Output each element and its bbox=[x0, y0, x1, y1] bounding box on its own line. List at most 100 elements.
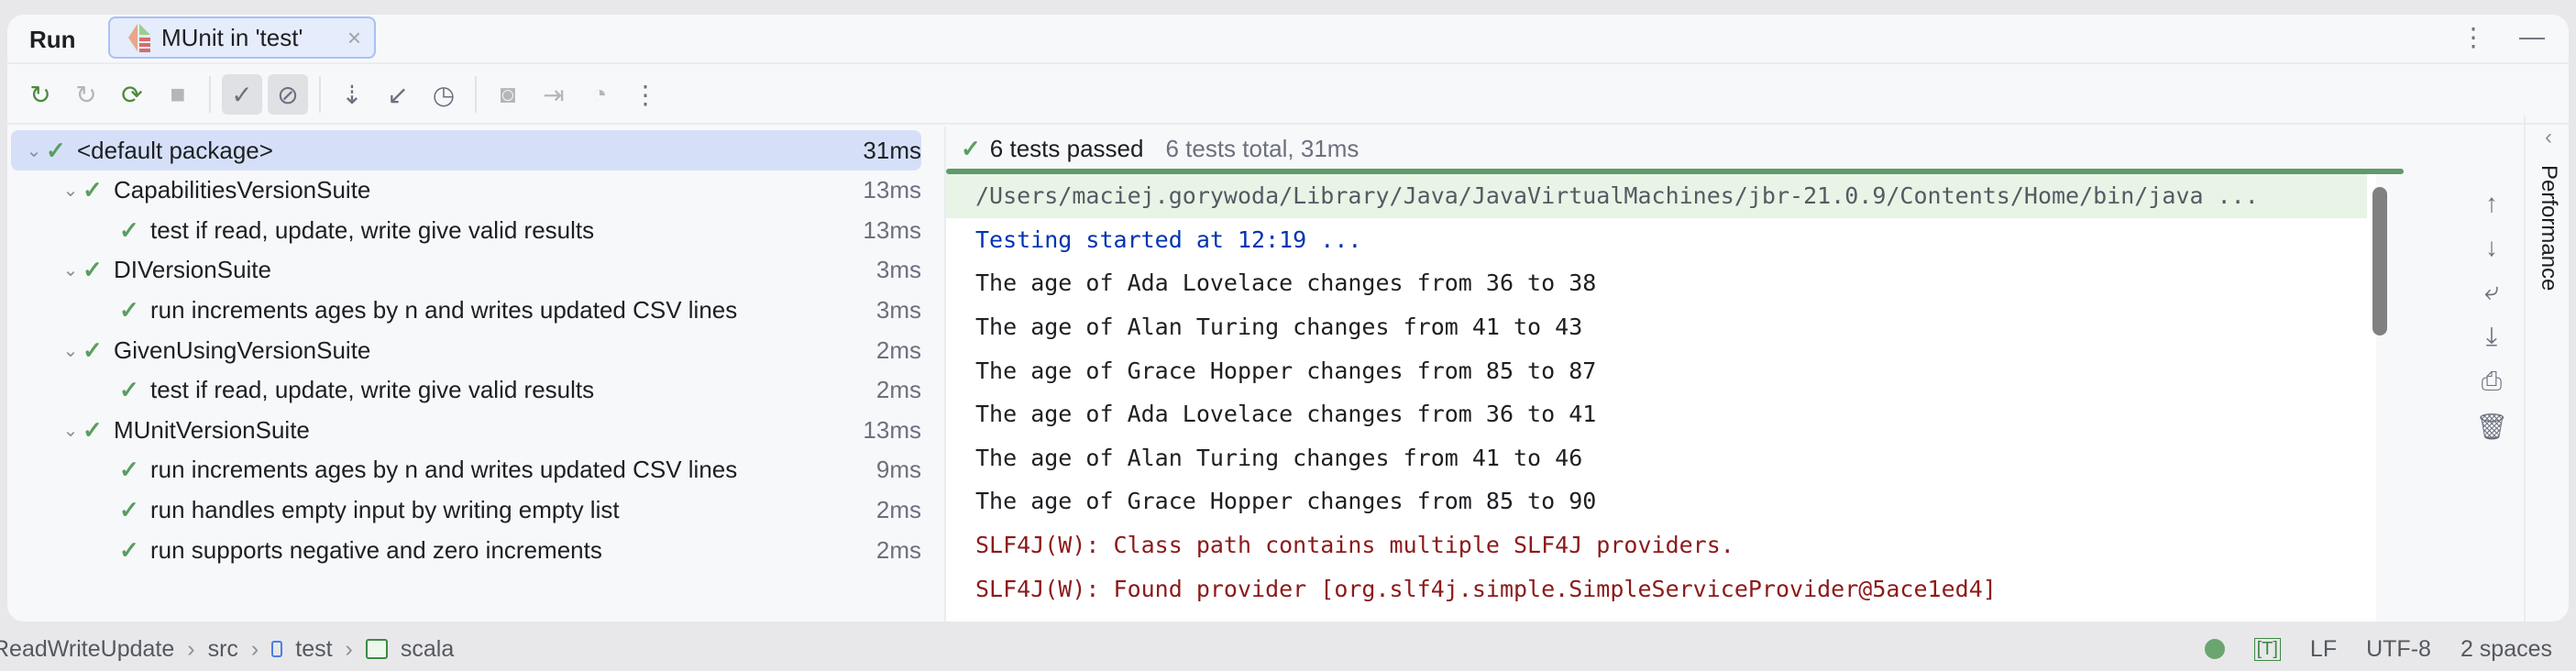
test-tree: ⌄ ✓ <default package> 31ms ⌄ ✓ CapabilitiesVer… bbox=[7, 126, 944, 622]
tree-row[interactable]: ⌄ ✓ DIVersionSuite 3ms bbox=[11, 250, 921, 291]
run-toolbar: ↻ ↻ ⟳ ■ ✓ ⊘ ⇣ ↙ ◷ ◙ ⇥ ◔ ⋮ bbox=[7, 66, 2569, 125]
close-icon[interactable]: × bbox=[347, 24, 361, 52]
test-duration: 13ms bbox=[863, 415, 921, 444]
insert-mode[interactable]: [T] bbox=[2253, 637, 2281, 661]
show-ignored-icon[interactable]: ⊘ bbox=[268, 74, 308, 115]
tree-row[interactable]: ✓ run supports negative and zero incremen… bbox=[11, 530, 921, 570]
tree-row[interactable]: ⌄ ✓ <default package> 31ms bbox=[11, 130, 921, 170]
screenshot-icon[interactable]: ◙ bbox=[488, 74, 528, 115]
scroll-to-end-icon[interactable]: ⤓ bbox=[2486, 322, 2497, 352]
toggle-auto-test-icon[interactable]: ⟳ bbox=[112, 74, 152, 115]
test-duration: 2ms bbox=[875, 336, 921, 364]
console-line: The age of Alan Turing changes from 41 t… bbox=[975, 444, 1583, 471]
breadcrumb-scala[interactable]: scala bbox=[401, 636, 454, 663]
check-icon: ✓ bbox=[119, 535, 139, 564]
chevron-right-icon: › bbox=[345, 635, 353, 662]
console-actions: ↑ ↓ ⤶ ⤓ ⎙ 🗑 bbox=[2473, 189, 2510, 442]
history-icon[interactable]: ◷ bbox=[424, 74, 464, 115]
tree-row[interactable]: ⌄ ✓ CapabilitiesVersionSuite 13ms bbox=[11, 170, 921, 211]
run-tool-window: Run MUnit in 'test' × ⋮ — ↻ ↻ ⟳ ■ ✓ ⊘ ⇣ … bbox=[7, 15, 2569, 622]
test-duration: 2ms bbox=[875, 495, 921, 523]
minimize-icon[interactable]: — bbox=[2519, 22, 2545, 52]
more-icon[interactable]: ⋮ bbox=[625, 74, 666, 115]
encoding[interactable]: UTF-8 bbox=[2366, 636, 2431, 663]
tab-munit[interactable]: MUnit in 'test' × bbox=[108, 16, 376, 59]
chevron-right-icon: › bbox=[187, 635, 195, 662]
more-options-icon[interactable]: ⋮ bbox=[2460, 22, 2486, 52]
console-line: Testing started at 12:19 ... bbox=[975, 226, 1362, 253]
line-separator[interactable]: LF bbox=[2310, 636, 2337, 663]
import-icon[interactable]: ⇥ bbox=[534, 74, 574, 115]
test-duration: 13ms bbox=[863, 176, 921, 204]
test-duration: 3ms bbox=[875, 295, 921, 324]
test-duration: 3ms bbox=[875, 256, 921, 284]
performance-label: Performance bbox=[2537, 165, 2561, 292]
sort-icon[interactable]: ⇣ bbox=[332, 74, 372, 115]
test-summary: ✓ 6 tests passed 6 tests total, 31ms bbox=[952, 128, 1359, 169]
folder-test-icon bbox=[271, 641, 283, 657]
console-scrollbar[interactable] bbox=[2372, 187, 2387, 336]
folder-icon bbox=[365, 639, 388, 659]
chevron-right-icon: › bbox=[250, 635, 259, 662]
breadcrumb-test[interactable]: test bbox=[295, 636, 332, 663]
test-duration: 2ms bbox=[875, 376, 921, 404]
coverage-icon[interactable]: ◔ bbox=[579, 74, 620, 115]
chevron-down-icon[interactable]: ⌄ bbox=[59, 419, 83, 442]
tree-row[interactable]: ✓ run increments ages by n and writes upd… bbox=[11, 290, 921, 330]
tree-row[interactable]: ⌄ ✓ MUnitVersionSuite 13ms bbox=[11, 410, 921, 450]
breadcrumb-project[interactable]: ReadWriteUpdate bbox=[0, 636, 174, 663]
soft-wrap-icon[interactable]: ⤶ bbox=[2484, 277, 2499, 307]
console-output[interactable]: /Users/maciej.gorywoda/Library/Java/Java… bbox=[946, 174, 2376, 622]
tree-row[interactable]: ✓ test if read, update, write give valid … bbox=[11, 370, 921, 411]
console-line: The age of Alan Turing changes from 41 t… bbox=[975, 314, 1583, 341]
check-icon: ✓ bbox=[119, 376, 139, 404]
check-icon: ✓ bbox=[83, 415, 103, 444]
test-name: <default package> bbox=[77, 136, 273, 164]
chevron-down-icon[interactable]: ⌄ bbox=[22, 139, 46, 162]
stop-icon[interactable]: ■ bbox=[158, 74, 198, 115]
tree-row[interactable]: ⌄ ✓ GivenUsingVersionSuite 2ms bbox=[11, 330, 921, 370]
tree-row[interactable]: ✓ run increments ages by n and writes upd… bbox=[11, 450, 921, 490]
rerun-icon[interactable]: ↻ bbox=[20, 74, 61, 115]
trash-icon[interactable]: 🗑 bbox=[2475, 412, 2508, 442]
tree-row[interactable]: ✓ run handles empty input by writing empt… bbox=[11, 490, 921, 530]
test-duration: 2ms bbox=[875, 535, 921, 564]
status-indicator-icon[interactable] bbox=[2204, 639, 2225, 659]
check-icon: ✓ bbox=[83, 336, 103, 364]
chevron-down-icon[interactable]: ⌄ bbox=[59, 258, 83, 281]
console-line: The age of Grace Hopper changes from 85 … bbox=[975, 357, 1597, 384]
breadcrumb: ReadWriteUpdate › src › test › scala bbox=[0, 636, 454, 663]
test-name: GivenUsingVersionSuite bbox=[114, 336, 371, 364]
print-icon[interactable]: ⎙ bbox=[2482, 367, 2502, 397]
indent[interactable]: 2 spaces bbox=[2460, 636, 2552, 663]
run-title: Run bbox=[29, 26, 76, 53]
chevron-left-icon[interactable]: ‹ bbox=[2530, 125, 2567, 150]
collapse-icon[interactable]: ↙ bbox=[378, 74, 418, 115]
console-line: SLF4J(W): Class path contains multiple S… bbox=[975, 532, 1734, 559]
test-name: test if read, update, write give valid r… bbox=[150, 215, 595, 244]
check-icon: ✓ bbox=[119, 456, 139, 484]
tree-row[interactable]: ✓ test if read, update, write give valid … bbox=[11, 210, 921, 250]
separator bbox=[475, 76, 477, 113]
divider bbox=[2524, 116, 2526, 622]
test-name: MUnitVersionSuite bbox=[114, 415, 310, 444]
console-line: The age of Ada Lovelace changes from 36 … bbox=[975, 270, 1597, 297]
test-name: run supports negative and zero increment… bbox=[150, 535, 602, 564]
chevron-down-icon[interactable]: ⌄ bbox=[59, 179, 83, 202]
tool-window-header: Run MUnit in 'test' × ⋮ — bbox=[7, 15, 2569, 64]
check-icon: ✓ bbox=[83, 256, 103, 284]
breadcrumb-src[interactable]: src bbox=[208, 636, 238, 663]
rerun-failed-icon[interactable]: ↻ bbox=[66, 74, 106, 115]
arrow-down-icon[interactable]: ↓ bbox=[2485, 233, 2498, 262]
test-duration: 9ms bbox=[875, 456, 921, 484]
check-icon: ✓ bbox=[83, 176, 103, 204]
performance-panel-tab[interactable]: ‹ Performance bbox=[2530, 125, 2567, 400]
separator bbox=[209, 76, 211, 113]
check-icon: ✓ bbox=[119, 495, 139, 523]
arrow-up-icon[interactable]: ↑ bbox=[2485, 189, 2498, 218]
show-passed-icon[interactable]: ✓ bbox=[222, 74, 262, 115]
test-name: run increments ages by n and writes upda… bbox=[150, 456, 738, 484]
separator bbox=[319, 76, 321, 113]
test-name: run handles empty input by writing empty… bbox=[150, 495, 620, 523]
chevron-down-icon[interactable]: ⌄ bbox=[59, 339, 83, 362]
